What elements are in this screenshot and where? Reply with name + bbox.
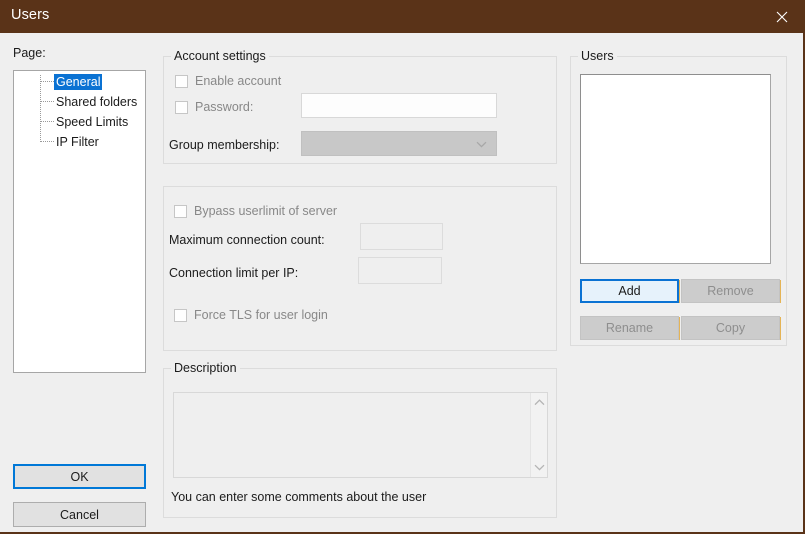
connection-limits-group: Bypass userlimit of server Maximum conne…: [163, 186, 557, 351]
description-scrollbar[interactable]: [530, 393, 547, 477]
account-settings-title: Account settings: [171, 49, 269, 63]
account-settings-group: Account settings Enable account Password…: [163, 56, 557, 164]
connection-limit-per-ip-input[interactable]: [358, 257, 442, 284]
connection-limit-per-ip-label: Connection limit per IP:: [169, 266, 298, 280]
tree-item-shared-folders[interactable]: Shared folders: [54, 94, 139, 110]
remove-button-label: Remove: [707, 284, 754, 298]
tree-item-speed-limits[interactable]: Speed Limits: [54, 114, 130, 130]
max-connection-count-input[interactable]: [360, 223, 443, 250]
description-group: Description You can enter some comments …: [163, 368, 557, 518]
group-membership-select[interactable]: [301, 131, 497, 156]
description-title: Description: [171, 361, 240, 375]
tree-item-ip-filter[interactable]: IP Filter: [54, 134, 101, 150]
max-connection-count-label: Maximum connection count:: [169, 233, 325, 247]
ok-button[interactable]: OK: [13, 464, 146, 489]
ok-button-label: OK: [70, 470, 88, 484]
password-label: Password:: [195, 100, 253, 114]
bypass-userlimit-checkbox[interactable]: [174, 205, 187, 218]
users-dialog-window: Users Page: General Shared folders Speed…: [0, 0, 805, 534]
enable-account-checkbox[interactable]: [175, 75, 188, 88]
users-group-title: Users: [578, 49, 617, 63]
password-input[interactable]: [301, 93, 497, 118]
description-hint: You can enter some comments about the us…: [171, 490, 426, 504]
bypass-userlimit-label: Bypass userlimit of server: [194, 204, 337, 218]
group-membership-label: Group membership:: [169, 138, 279, 152]
add-button[interactable]: Add: [580, 279, 679, 303]
title-bar[interactable]: Users: [0, 0, 805, 33]
page-tree[interactable]: General Shared folders Speed Limits IP F…: [13, 70, 146, 373]
chevron-down-icon: [476, 135, 487, 153]
close-icon[interactable]: [759, 0, 805, 33]
users-group: Users Add Remove Rename Copy: [570, 56, 787, 346]
cancel-button-label: Cancel: [60, 508, 99, 522]
rename-button-label: Rename: [606, 321, 653, 335]
page-label: Page:: [13, 46, 46, 60]
add-button-label: Add: [618, 284, 640, 298]
users-listbox[interactable]: [580, 74, 771, 264]
rename-button[interactable]: Rename: [580, 316, 679, 340]
password-checkbox[interactable]: [175, 101, 188, 114]
copy-button-label: Copy: [716, 321, 745, 335]
tree-item-general[interactable]: General: [54, 74, 102, 90]
copy-button[interactable]: Copy: [681, 316, 780, 340]
cancel-button[interactable]: Cancel: [13, 502, 146, 527]
window-title: Users: [11, 7, 49, 23]
chevron-down-icon[interactable]: [531, 459, 548, 476]
force-tls-label: Force TLS for user login: [194, 308, 328, 322]
enable-account-label: Enable account: [195, 74, 281, 88]
chevron-up-icon[interactable]: [531, 394, 548, 411]
remove-button[interactable]: Remove: [681, 279, 780, 303]
description-textarea[interactable]: [173, 392, 548, 478]
force-tls-checkbox[interactable]: [174, 309, 187, 322]
